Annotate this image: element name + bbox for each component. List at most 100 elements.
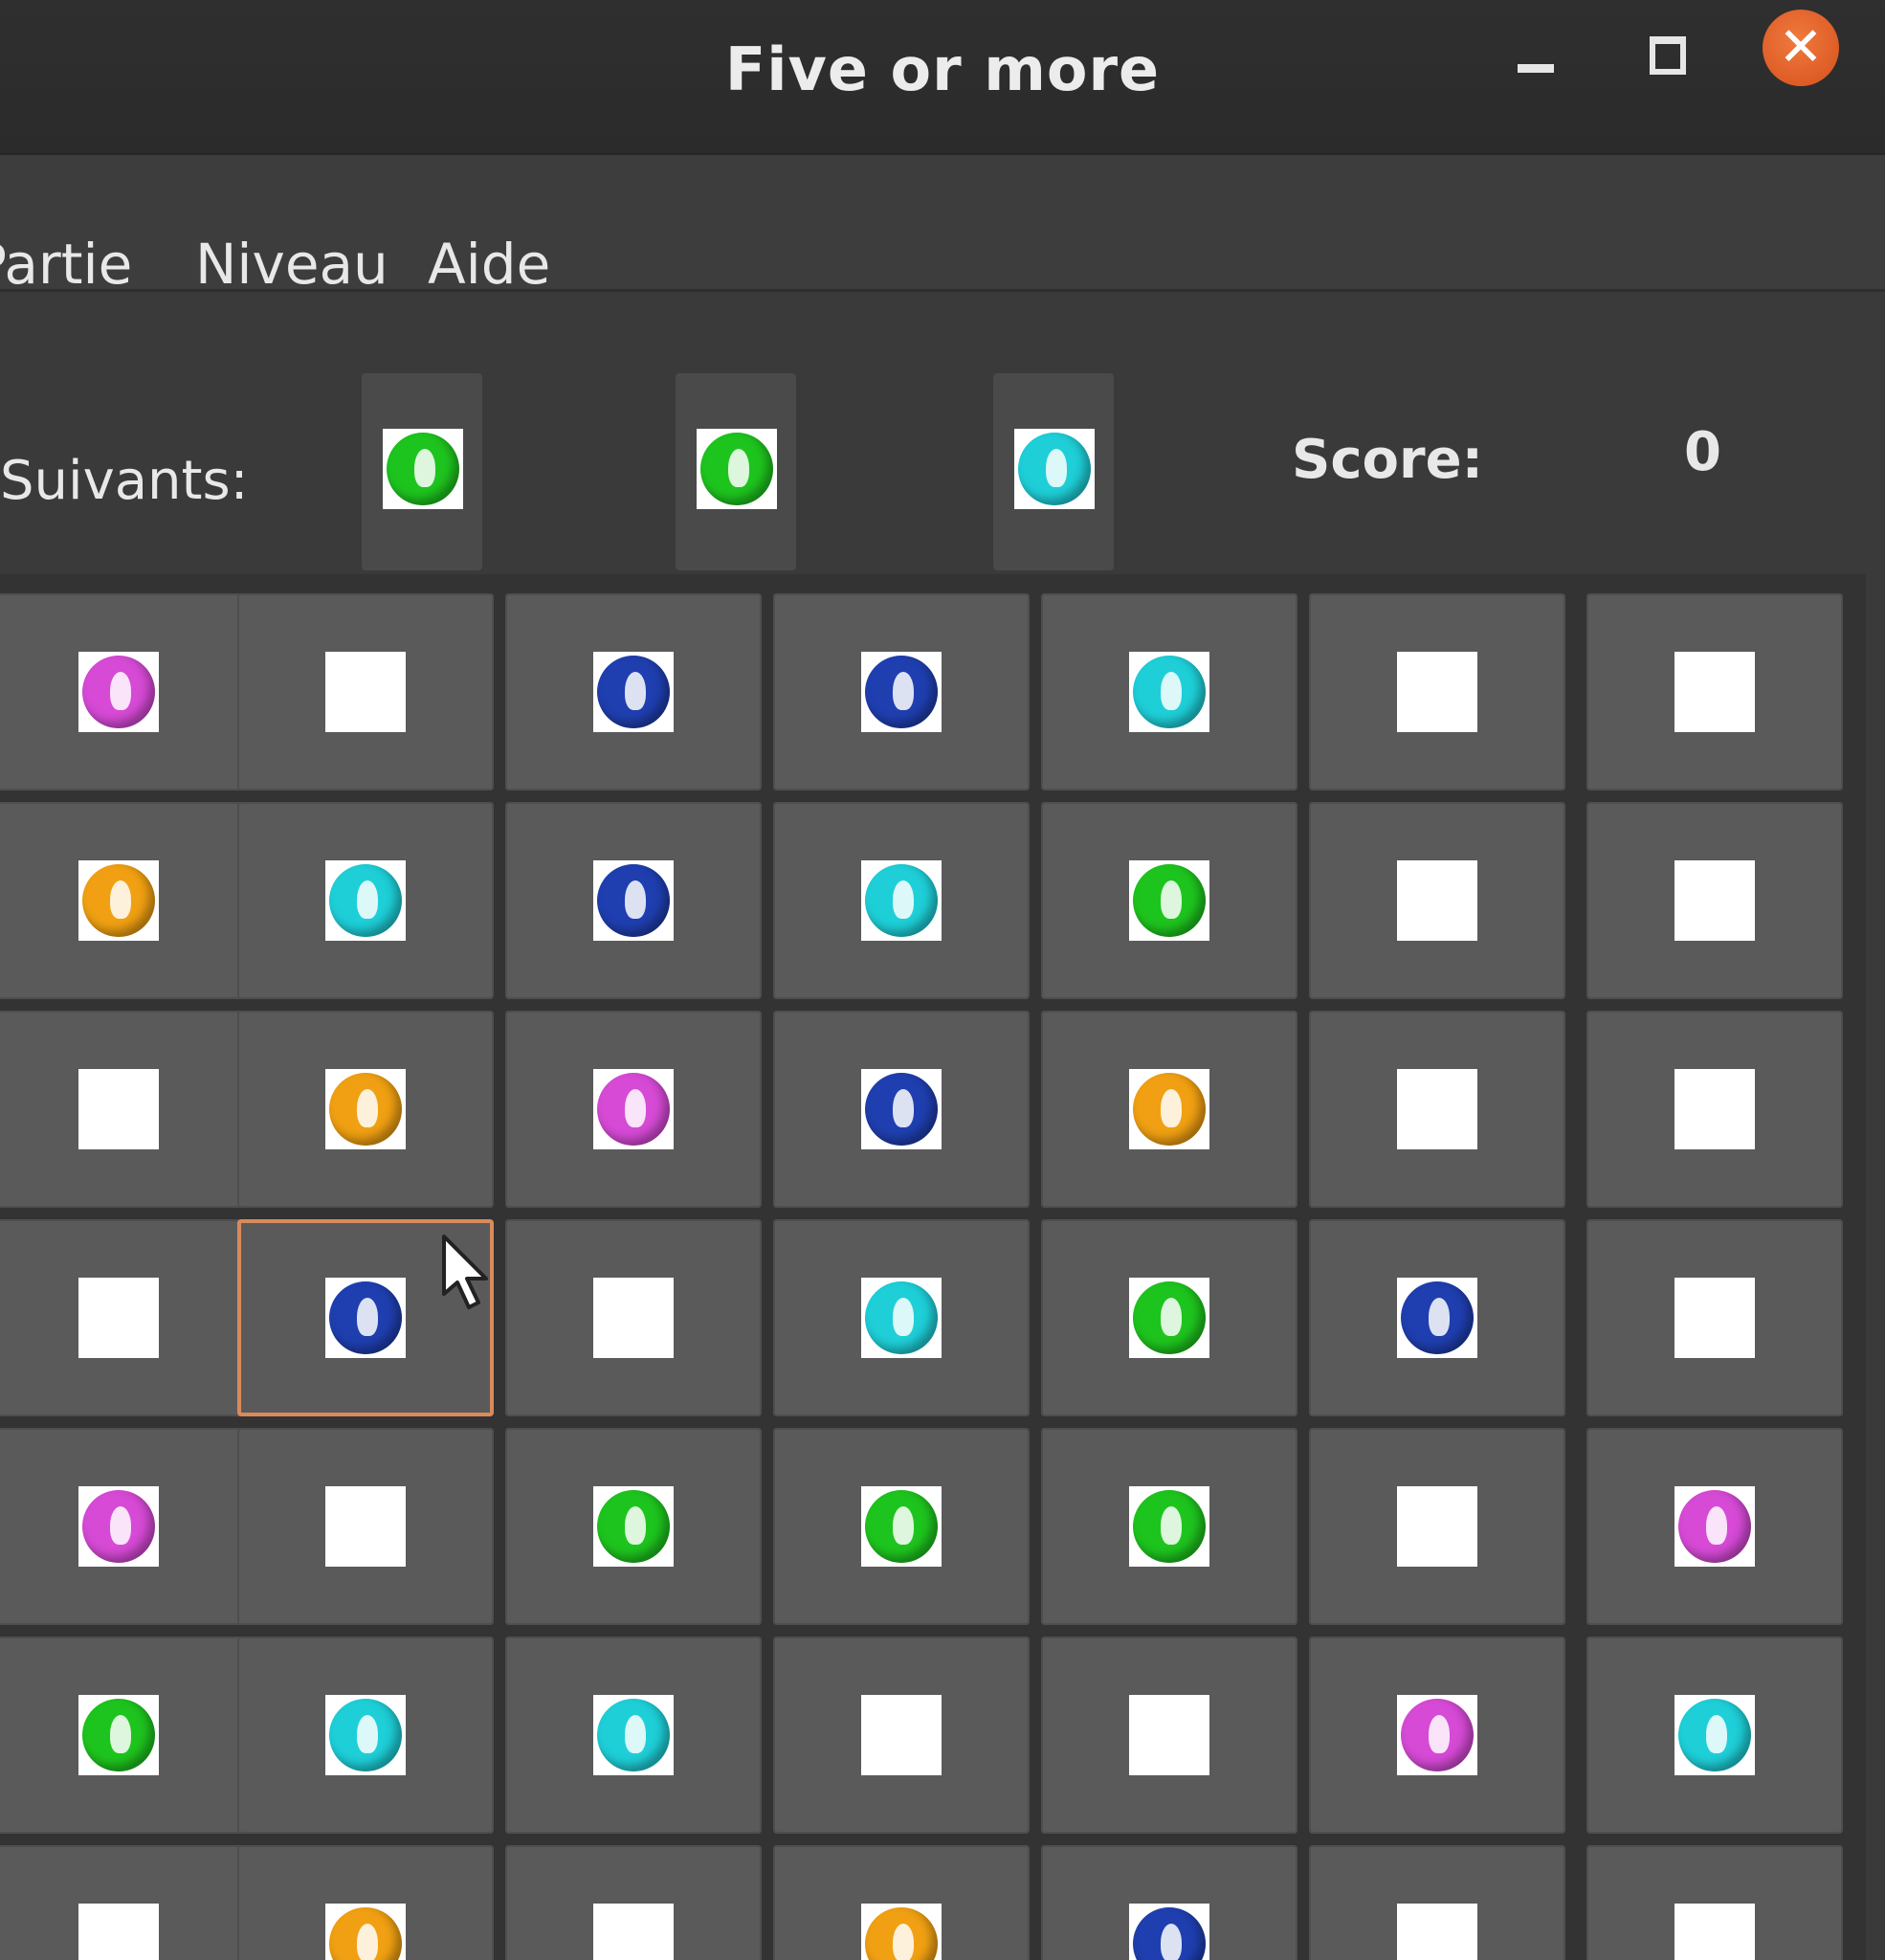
board-cell[interactable] xyxy=(1041,593,1297,791)
board-cell[interactable] xyxy=(505,1637,762,1834)
magenta-ball-icon xyxy=(78,652,159,732)
orange-ball-icon xyxy=(1129,1069,1209,1149)
blue-ball-icon xyxy=(325,1278,406,1358)
board-cell[interactable] xyxy=(0,1845,247,1960)
empty-cell-marker xyxy=(78,1904,159,1960)
empty-cell-marker xyxy=(1674,1904,1755,1960)
board-cell[interactable] xyxy=(237,1219,494,1416)
board-cell[interactable] xyxy=(237,1011,494,1208)
blue-ball-icon xyxy=(593,652,674,732)
board-cell[interactable] xyxy=(1309,1637,1565,1834)
board-cell[interactable] xyxy=(1309,1428,1565,1625)
board-cell[interactable] xyxy=(773,1845,1030,1960)
board-cell[interactable] xyxy=(1586,1011,1843,1208)
blue-ball-icon xyxy=(1397,1278,1477,1358)
menu-partie[interactable]: Partie xyxy=(0,232,132,297)
board-cell[interactable] xyxy=(1041,1219,1297,1416)
maximize-button[interactable] xyxy=(1630,17,1706,94)
board-cell[interactable] xyxy=(237,1637,494,1834)
green-ball-icon xyxy=(861,1486,942,1567)
board-cell[interactable] xyxy=(0,1219,247,1416)
menu-niveau[interactable]: Niveau xyxy=(195,232,388,297)
board-cell[interactable] xyxy=(505,593,762,791)
ball-body xyxy=(1133,1073,1206,1146)
ball-body xyxy=(597,864,670,937)
magenta-ball-icon xyxy=(78,1486,159,1567)
magenta-ball-icon xyxy=(1397,1695,1477,1775)
board-cell[interactable] xyxy=(1309,1845,1565,1960)
ball-body xyxy=(387,433,459,505)
board-cell[interactable] xyxy=(773,593,1030,791)
board-cell[interactable] xyxy=(0,1428,247,1625)
cyan-ball-icon xyxy=(1014,429,1095,509)
board-cell[interactable] xyxy=(1586,1637,1843,1834)
board-cell[interactable] xyxy=(773,1011,1030,1208)
game-board xyxy=(0,574,1866,1960)
empty-cell-marker xyxy=(593,1278,674,1358)
board-cell[interactable] xyxy=(505,802,762,999)
board-cell[interactable] xyxy=(773,1637,1030,1834)
empty-cell-marker xyxy=(861,1695,942,1775)
board-cell[interactable] xyxy=(1309,1011,1565,1208)
blue-ball-icon xyxy=(593,860,674,941)
board-cell[interactable] xyxy=(505,1428,762,1625)
empty-cell-marker xyxy=(1674,1069,1755,1149)
board-cell[interactable] xyxy=(237,1428,494,1625)
board-cell[interactable] xyxy=(1041,1845,1297,1960)
minimize-button[interactable] xyxy=(1497,17,1574,94)
blue-ball-icon xyxy=(861,652,942,732)
ball-body xyxy=(865,656,938,728)
cyan-ball-icon xyxy=(1674,1695,1755,1775)
board-cell[interactable] xyxy=(1309,802,1565,999)
game-window: Five or more ✕ Partie Niveau Aide Suivan… xyxy=(0,0,1885,1960)
ball-body xyxy=(1133,1490,1206,1563)
board-cell[interactable] xyxy=(0,802,247,999)
board-cell[interactable] xyxy=(0,593,247,791)
ball-body xyxy=(1133,864,1206,937)
next-ball-slot xyxy=(993,373,1114,570)
board-cell[interactable] xyxy=(1586,802,1843,999)
board-cell[interactable] xyxy=(1586,1219,1843,1416)
ball-body xyxy=(329,1699,402,1771)
ball-body xyxy=(329,864,402,937)
green-ball-icon xyxy=(697,429,777,509)
ball-body xyxy=(82,656,155,728)
ball-body xyxy=(1678,1490,1751,1563)
board-cell[interactable] xyxy=(237,593,494,791)
board-cell[interactable] xyxy=(773,1428,1030,1625)
board-cell[interactable] xyxy=(1586,1845,1843,1960)
menu-aide[interactable]: Aide xyxy=(428,232,550,297)
board-cell[interactable] xyxy=(505,1845,762,1960)
board-cell[interactable] xyxy=(773,802,1030,999)
board-cell[interactable] xyxy=(1041,1011,1297,1208)
empty-cell-marker xyxy=(1397,1486,1477,1567)
empty-cell-marker xyxy=(325,652,406,732)
empty-cell-marker xyxy=(1674,860,1755,941)
board-cell[interactable] xyxy=(0,1637,247,1834)
ball-body xyxy=(82,1490,155,1563)
board-cell[interactable] xyxy=(237,802,494,999)
board-cell[interactable] xyxy=(505,1011,762,1208)
close-button[interactable]: ✕ xyxy=(1763,10,1839,86)
board-cell[interactable] xyxy=(1309,1219,1565,1416)
ball-body xyxy=(865,1907,938,1960)
empty-cell-marker xyxy=(1397,860,1477,941)
board-cell[interactable] xyxy=(237,1845,494,1960)
title-bar[interactable]: Five or more ✕ xyxy=(0,0,1885,155)
board-cell[interactable] xyxy=(1041,802,1297,999)
board-cell[interactable] xyxy=(1309,593,1565,791)
board-cell[interactable] xyxy=(505,1219,762,1416)
board-cell[interactable] xyxy=(773,1219,1030,1416)
cyan-ball-icon xyxy=(325,860,406,941)
board-cell[interactable] xyxy=(1041,1637,1297,1834)
ball-body xyxy=(597,1699,670,1771)
empty-cell-marker xyxy=(1129,1695,1209,1775)
board-cell[interactable] xyxy=(0,1011,247,1208)
board-cell[interactable] xyxy=(1586,593,1843,791)
board-cell[interactable] xyxy=(1586,1428,1843,1625)
green-ball-icon xyxy=(593,1486,674,1567)
close-icon: ✕ xyxy=(1778,16,1824,78)
cyan-ball-icon xyxy=(861,1278,942,1358)
board-cell[interactable] xyxy=(1041,1428,1297,1625)
maximize-icon xyxy=(1650,36,1686,75)
